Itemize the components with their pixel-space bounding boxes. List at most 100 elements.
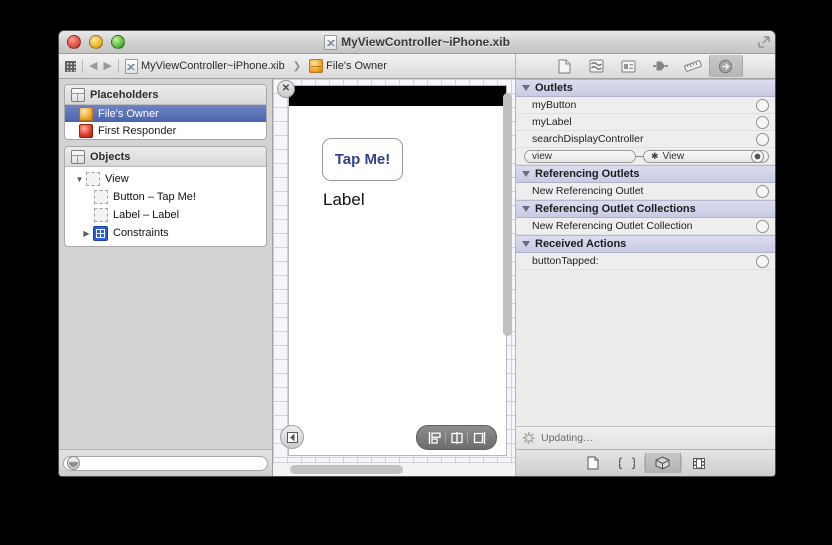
breadcrumb-owner-label: File's Owner <box>326 60 387 72</box>
connection-well[interactable] <box>756 98 769 112</box>
simulated-status-bar <box>289 86 506 106</box>
interface-builder-canvas[interactable]: Tap Me! Label ✕ <box>273 79 516 462</box>
xib-file-icon <box>124 58 138 74</box>
canvas-horizontal-scrollbar[interactable] <box>273 462 516 476</box>
objects-header-label: Objects <box>90 150 131 163</box>
media-library-tab[interactable] <box>682 453 716 473</box>
breadcrumb-item-file[interactable]: MyViewController~iPhone.xib <box>124 58 285 74</box>
divider <box>117 59 119 73</box>
connection-well[interactable] <box>756 115 769 129</box>
connection-well[interactable] <box>751 149 764 163</box>
outline-item-label[interactable]: Label – Label <box>65 206 266 224</box>
disclosure-triangle-constraints[interactable]: ▶ <box>80 229 93 238</box>
align-right-button[interactable] <box>468 426 489 449</box>
outlet-target-pill[interactable]: ✱ View <box>643 149 769 163</box>
breadcrumb-file-label: MyViewController~iPhone.xib <box>140 60 285 72</box>
attributes-inspector-tab[interactable] <box>645 55 677 77</box>
file-inspector-tab[interactable] <box>549 55 581 77</box>
scrollbar-thumb[interactable] <box>290 465 403 474</box>
outline-item-view[interactable]: ▼ View <box>65 170 266 188</box>
placeholders-header[interactable]: Placeholders <box>65 85 266 105</box>
outlet-name: New Referencing Outlet <box>532 185 644 197</box>
disclosure-triangle-icon[interactable] <box>522 241 530 247</box>
first-responder-label: First Responder <box>98 124 177 137</box>
outline-filter-field[interactable] <box>63 455 268 471</box>
align-center-button[interactable] <box>446 426 467 449</box>
back-button[interactable]: ◀ <box>89 60 97 72</box>
objects-header[interactable]: Objects <box>65 147 266 167</box>
connection-well[interactable] <box>756 184 769 198</box>
outlet-name-pill[interactable]: view <box>524 149 636 163</box>
iphone-device-view[interactable]: Tap Me! Label <box>288 85 507 456</box>
files-owner-label: File's Owner <box>98 107 159 120</box>
connections-inspector-tab[interactable] <box>708 55 743 77</box>
action-name: buttonTapped: <box>532 255 599 267</box>
connection-row-view[interactable]: view ✱ View <box>516 148 775 165</box>
close-canvas-icon[interactable]: ✕ <box>277 80 295 98</box>
library-tab-bar: { } <box>516 450 775 476</box>
connection-row-mylabel[interactable]: myLabel <box>516 114 775 131</box>
outline-item-constraints[interactable]: ▶ Constraints <box>65 224 266 242</box>
outlet-name: myLabel <box>532 116 572 128</box>
asterisk-icon: ✱ <box>651 150 659 161</box>
outline-item-files-owner[interactable]: File's Owner <box>65 105 266 122</box>
connection-well[interactable] <box>756 132 769 146</box>
size-inspector-tab[interactable] <box>677 55 709 77</box>
align-left-button[interactable] <box>424 426 445 449</box>
connection-row-mybutton[interactable]: myButton <box>516 97 775 114</box>
filter-input[interactable] <box>79 456 267 470</box>
tap-me-button[interactable]: Tap Me! <box>322 138 403 181</box>
connection-row-new-referencing-outlet[interactable]: New Referencing Outlet <box>516 183 775 200</box>
filter-knob-icon[interactable] <box>67 456 80 470</box>
constraints-icon <box>93 225 108 241</box>
connection-well[interactable] <box>756 254 769 268</box>
outlets-title: Outlets <box>535 82 573 94</box>
connection-link-icon <box>636 155 643 157</box>
divider <box>467 431 468 444</box>
section-header-outlets[interactable]: Outlets <box>516 79 775 97</box>
canvas-vertical-scrollbar[interactable] <box>503 93 512 422</box>
scrollbar-thumb[interactable] <box>503 93 512 337</box>
outline-item-first-responder[interactable]: First Responder <box>65 122 266 139</box>
related-items-icon[interactable] <box>65 60 76 72</box>
quick-help-tab[interactable] <box>581 55 613 77</box>
divider <box>445 431 446 444</box>
connection-well[interactable] <box>756 219 769 233</box>
connection-row-buttontapped[interactable]: buttonTapped: <box>516 253 775 270</box>
section-header-received-actions[interactable]: Received Actions <box>516 235 775 253</box>
tap-me-button-label: Tap Me! <box>334 151 391 168</box>
identity-inspector-tab[interactable] <box>613 55 645 77</box>
disclosure-triangle-icon[interactable] <box>522 171 530 177</box>
auto-layout-toolbar <box>416 425 497 450</box>
section-header-referencing-outlets[interactable]: Referencing Outlets <box>516 165 775 183</box>
red-cube-icon <box>79 123 93 138</box>
xcode-window: MyViewController~iPhone.xib ◀ ▶ MyViewCo… <box>58 30 776 477</box>
connection-row-new-referencing-outlet-collection[interactable]: New Referencing Outlet Collection <box>516 218 775 235</box>
connection-row-searchdisplaycontroller[interactable]: searchDisplayController <box>516 131 775 148</box>
svg-text:{ }: { } <box>619 456 635 470</box>
breadcrumb-item-owner[interactable]: File's Owner <box>309 59 387 73</box>
outline-item-button[interactable]: Button – Tap Me! <box>65 188 266 206</box>
zoom-out-button[interactable] <box>280 425 304 449</box>
cube-outline-icon <box>71 149 85 164</box>
objects-group: Objects ▼ View Button – Tap Me! Label – <box>64 146 267 247</box>
outlet-name: searchDisplayController <box>532 133 644 145</box>
breadcrumb-separator: ❯ <box>292 60 302 72</box>
cube-outline-icon <box>71 87 85 102</box>
resize-corner-icon[interactable] <box>758 36 770 48</box>
button-label: Button – Tap Me! <box>113 191 196 203</box>
section-header-referencing-outlet-collections[interactable]: Referencing Outlet Collections <box>516 200 775 218</box>
disclosure-triangle-view[interactable]: ▼ <box>73 175 86 184</box>
forward-button[interactable]: ▶ <box>103 60 111 72</box>
code-snippet-library-tab[interactable]: { } <box>610 453 644 473</box>
connections-inspector: Outlets myButton myLabel searchDisplayCo… <box>516 79 775 476</box>
title-bar: MyViewController~iPhone.xib <box>59 31 775 54</box>
canvas-label[interactable]: Label <box>323 190 365 210</box>
disclosure-triangle-icon[interactable] <box>522 85 530 91</box>
files-owner-cube-icon <box>309 59 324 73</box>
constraints-label: Constraints <box>113 227 169 239</box>
object-library-tab[interactable] <box>644 453 681 473</box>
referencing-outlets-title: Referencing Outlets <box>535 168 640 180</box>
disclosure-triangle-icon[interactable] <box>522 206 530 212</box>
file-template-library-tab[interactable] <box>576 453 610 473</box>
